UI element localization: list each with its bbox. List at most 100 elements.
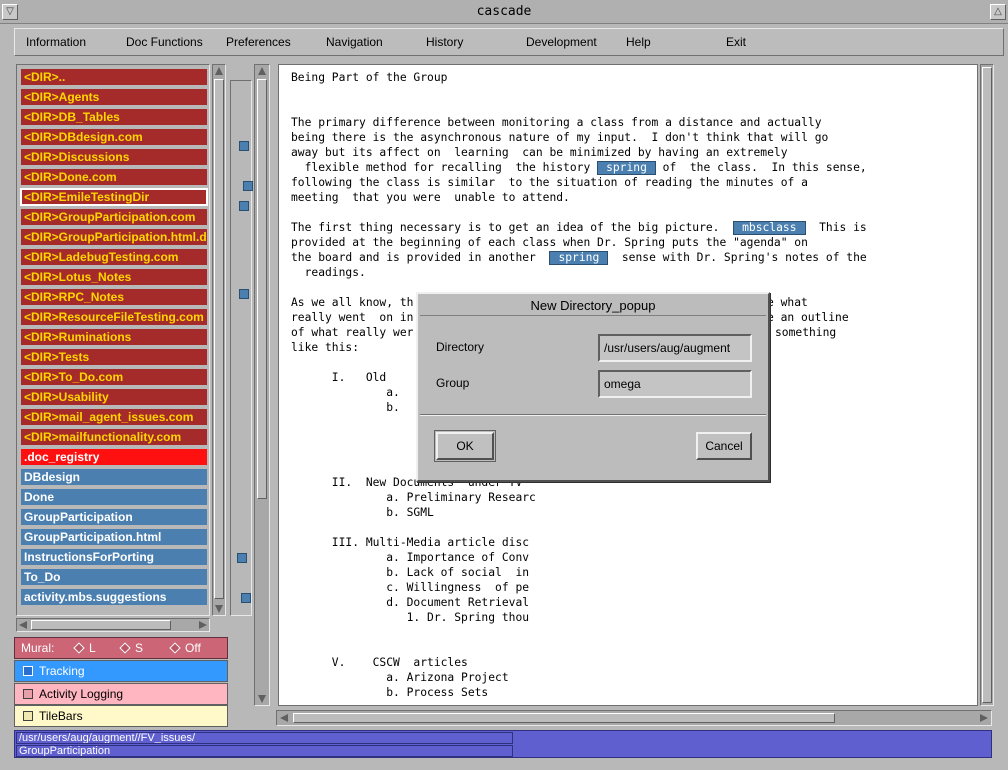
directory-item[interactable]: <DIR>Agents bbox=[21, 89, 207, 105]
cancel-button[interactable]: Cancel bbox=[696, 432, 752, 460]
outline-line: b. SGML bbox=[291, 506, 434, 519]
scroll-up-arrow-icon[interactable] bbox=[258, 67, 266, 75]
directory-item[interactable]: <DIR>Lotus_Notes bbox=[21, 269, 207, 285]
dialog-separator bbox=[420, 414, 766, 416]
scroll-left-arrow-icon[interactable] bbox=[19, 621, 27, 629]
document-right-scrollbar[interactable] bbox=[980, 64, 994, 706]
directory-item[interactable]: <DIR>EmileTestingDir bbox=[20, 188, 208, 206]
menu-exit[interactable]: Exit bbox=[726, 35, 746, 49]
outline-line: d. Document Retrieval bbox=[291, 596, 530, 609]
file-item[interactable]: To_Do bbox=[21, 569, 207, 585]
doc-line: As we all know, th bbox=[291, 296, 414, 309]
menu-development[interactable]: Development bbox=[526, 35, 597, 49]
spring-link[interactable]: spring bbox=[549, 251, 609, 265]
directory-item[interactable]: <DIR>Ruminations bbox=[21, 329, 207, 345]
file-list-hscroll-thumb[interactable] bbox=[31, 620, 171, 630]
file-item[interactable]: GroupParticipation bbox=[21, 509, 207, 525]
file-list-scroll-thumb[interactable] bbox=[214, 79, 224, 599]
scroll-down-arrow-icon[interactable] bbox=[215, 605, 223, 613]
document-hscrollbar[interactable] bbox=[276, 710, 992, 726]
directory-item[interactable]: <DIR>DBdesign.com bbox=[21, 129, 207, 145]
mural-label: Mural: bbox=[21, 641, 55, 655]
outline-line: b. bbox=[291, 401, 400, 414]
mural-option-off[interactable]: Off bbox=[169, 641, 201, 655]
spring-link[interactable]: spring bbox=[597, 161, 656, 175]
directory-item[interactable]: <DIR>ResourceFileTesting.com bbox=[21, 309, 207, 325]
scroll-right-arrow-icon[interactable] bbox=[980, 714, 988, 722]
directory-item[interactable]: <DIR>.. bbox=[21, 69, 207, 85]
doc-line: The primary difference between monitorin… bbox=[291, 116, 822, 129]
file-item[interactable]: GroupParticipation.html bbox=[21, 529, 207, 545]
window-maximize-button[interactable]: △ bbox=[990, 4, 1006, 20]
outline-line: c. Willingness of pe bbox=[291, 581, 530, 594]
mural-marker[interactable] bbox=[239, 201, 249, 211]
mural-option-s[interactable]: S bbox=[119, 641, 143, 655]
directory-item[interactable]: <DIR>mail_agent_issues.com bbox=[21, 409, 207, 425]
scroll-down-arrow-icon[interactable] bbox=[258, 695, 266, 703]
file-item[interactable]: InstructionsForPorting bbox=[21, 549, 207, 565]
directory-item[interactable]: <DIR>mailfunctionality.com bbox=[21, 429, 207, 445]
file-list-scrollbar[interactable] bbox=[212, 64, 226, 616]
mural-marker[interactable] bbox=[243, 181, 253, 191]
mural-marker[interactable] bbox=[237, 553, 247, 563]
outline-line: a. Arizona Project bbox=[291, 671, 509, 684]
directory-input[interactable]: /usr/users/aug/augment bbox=[598, 334, 752, 362]
radio-diamond-icon bbox=[169, 642, 181, 654]
mural-marker[interactable] bbox=[239, 289, 249, 299]
doc-line: really went on in bbox=[291, 311, 414, 324]
doc-line: e an outline bbox=[767, 311, 849, 324]
directory-item[interactable]: <DIR>DB_Tables bbox=[21, 109, 207, 125]
file-item[interactable]: activity.mbs.suggestions bbox=[21, 589, 207, 605]
new-directory-dialog: New Directory_popup Directory /usr/users… bbox=[416, 292, 770, 482]
document-hscroll-thumb[interactable] bbox=[293, 713, 835, 723]
doc-title: Being Part of the Group bbox=[291, 71, 448, 84]
directory-item[interactable]: <DIR>Tests bbox=[21, 349, 207, 365]
outline-line: 1. Dr. Spring thou bbox=[291, 611, 530, 624]
file-item[interactable]: .doc_registry bbox=[21, 449, 207, 465]
mural-option-l[interactable]: L bbox=[73, 641, 96, 655]
tracking-toggle[interactable]: Tracking bbox=[14, 660, 228, 682]
directory-item[interactable]: <DIR>Done.com bbox=[21, 169, 207, 185]
radio-diamond-icon bbox=[119, 642, 131, 654]
mural-overview[interactable] bbox=[230, 80, 253, 616]
document-right-scroll-thumb[interactable] bbox=[982, 67, 992, 703]
mural-marker[interactable] bbox=[241, 593, 251, 603]
radio-diamond-icon bbox=[73, 642, 85, 654]
directory-item[interactable]: <DIR>Usability bbox=[21, 389, 207, 405]
menu-bar: Information Doc Functions Preferences Na… bbox=[14, 28, 1004, 56]
doc-line: meeting that you were unable to attend. bbox=[291, 191, 570, 204]
menu-doc-functions[interactable]: Doc Functions bbox=[126, 35, 203, 49]
scroll-right-arrow-icon[interactable] bbox=[199, 621, 207, 629]
doc-line: following the class is similar to the si… bbox=[291, 176, 808, 189]
file-list: <DIR>.. <DIR>Agents <DIR>DB_Tables <DIR>DBd… bbox=[16, 64, 210, 616]
file-list-hscrollbar[interactable] bbox=[16, 618, 210, 632]
ok-button[interactable]: OK bbox=[434, 430, 496, 462]
menu-help[interactable]: Help bbox=[626, 35, 651, 49]
mural-marker[interactable] bbox=[239, 141, 249, 151]
document-scroll-thumb[interactable] bbox=[257, 79, 267, 499]
doc-line: flexible method for recalling the histor… bbox=[291, 161, 867, 175]
menu-preferences[interactable]: Preferences bbox=[226, 35, 291, 49]
document-scrollbar[interactable] bbox=[254, 64, 270, 706]
directory-item[interactable]: <DIR>GroupParticipation.com bbox=[21, 209, 207, 225]
checkbox-icon bbox=[23, 711, 33, 721]
menu-navigation[interactable]: Navigation bbox=[326, 35, 383, 49]
checkbox-icon bbox=[23, 666, 33, 676]
directory-item[interactable]: <DIR>RPC_Notes bbox=[21, 289, 207, 305]
directory-item[interactable]: <DIR>LadebugTesting.com bbox=[21, 249, 207, 265]
menu-history[interactable]: History bbox=[426, 35, 463, 49]
directory-item[interactable]: <DIR>GroupParticipation.html.d bbox=[21, 229, 207, 245]
file-item[interactable]: Done bbox=[21, 489, 207, 505]
tilebars-toggle[interactable]: TileBars bbox=[14, 705, 228, 727]
file-item[interactable]: DBdesign bbox=[21, 469, 207, 485]
scroll-up-arrow-icon[interactable] bbox=[215, 67, 223, 75]
outline-line: I. Old bbox=[291, 371, 387, 384]
menu-information[interactable]: Information bbox=[26, 35, 86, 49]
scroll-left-arrow-icon[interactable] bbox=[280, 714, 288, 722]
group-input[interactable]: omega bbox=[598, 370, 752, 398]
directory-item[interactable]: <DIR>To_Do.com bbox=[21, 369, 207, 385]
mbsclass-link[interactable]: mbsclass bbox=[733, 221, 806, 235]
outline-line: III. Multi-Media article disc bbox=[291, 536, 530, 549]
directory-item[interactable]: <DIR>Discussions bbox=[21, 149, 207, 165]
activity-logging-toggle[interactable]: Activity Logging bbox=[14, 683, 228, 705]
